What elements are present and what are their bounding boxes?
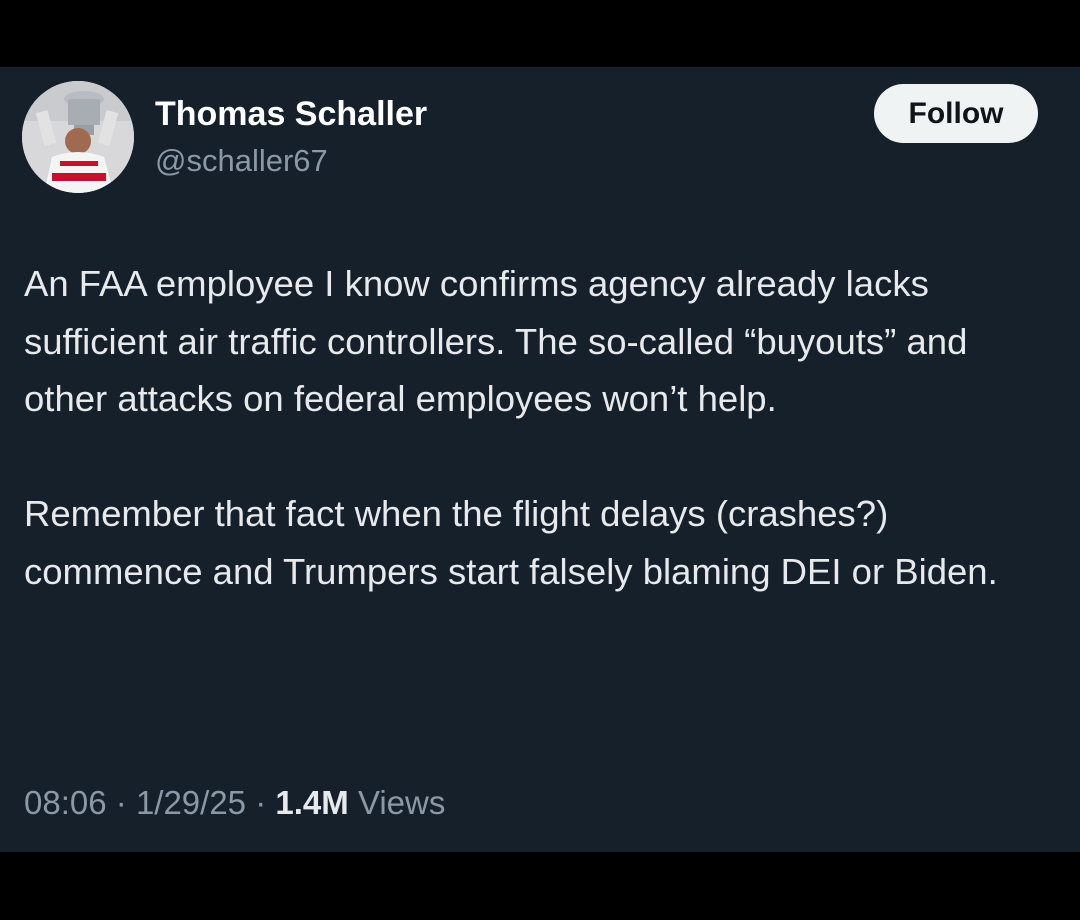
- tweet-time[interactable]: 08:06: [24, 784, 107, 821]
- tweet-paragraph: Remember that fact when the flight delay…: [24, 493, 998, 592]
- letterbox-bottom: [0, 852, 1080, 920]
- avatar[interactable]: [22, 81, 134, 193]
- meta-separator: ·: [115, 784, 127, 821]
- views-count[interactable]: 1.4M: [275, 784, 348, 821]
- tweet-card: Thomas Schaller @schaller67 Follow An FA…: [0, 67, 1080, 852]
- tweet-paragraph: An FAA employee I know confirms agency a…: [24, 263, 968, 419]
- tweet-text: An FAA employee I know confirms agency a…: [24, 255, 1054, 600]
- meta-separator: ·: [255, 784, 267, 821]
- author-name[interactable]: Thomas Schaller: [155, 95, 427, 134]
- letterbox-top: [0, 0, 1080, 67]
- author-handle[interactable]: @schaller67: [155, 143, 328, 179]
- avatar-image: [22, 81, 134, 193]
- follow-button[interactable]: Follow: [874, 84, 1038, 143]
- views-label[interactable]: Views: [358, 784, 445, 821]
- tweet-date[interactable]: 1/29/25: [136, 784, 246, 821]
- tweet-meta: 08:06 · 1/29/25 · 1.4M Views: [24, 784, 445, 822]
